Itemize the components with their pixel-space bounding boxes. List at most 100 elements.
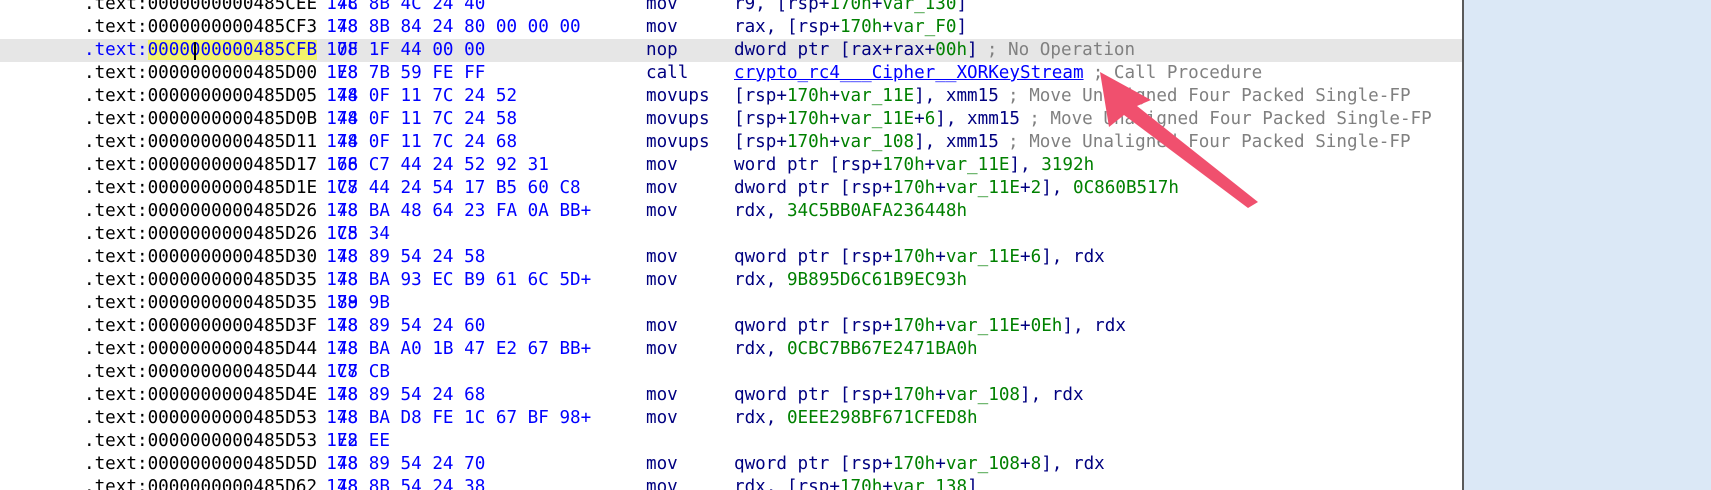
instruction-mnemonic[interactable]: nop (646, 39, 678, 62)
address-label[interactable]: .text:0000000000485D30 178 (84, 246, 358, 269)
instruction-operands[interactable]: dword ptr [rsp+170h+var_11E+2], 0C860B51… (734, 177, 1179, 200)
listing-line[interactable]: .text:0000000000485D0B 178 44 0F 11 7C 24 … (0, 108, 1462, 131)
variable-reference[interactable]: var_108 (946, 385, 1020, 405)
instruction-operands[interactable]: qword ptr [rsp+170h+var_11E+0Eh], rdx (734, 315, 1126, 338)
instruction-mnemonic[interactable]: mov (646, 453, 678, 476)
listing-line[interactable]: .text:0000000000485D11 178 44 0F 11 7C 24 … (0, 131, 1462, 154)
instruction-mnemonic[interactable]: mov (646, 0, 678, 16)
instruction-operands[interactable]: dword ptr [rax+rax+00h] ; No Operation (734, 39, 1135, 62)
listing-line[interactable]: .text:0000000000485D30 178 48 89 54 24 58 m… (0, 246, 1462, 269)
address-highlighted[interactable]: 000000 (147, 40, 212, 60)
variable-reference[interactable]: var_F0 (893, 17, 957, 37)
address-label[interactable]: .text:0000000000485D1E 178 (84, 177, 358, 200)
instruction-mnemonic[interactable]: mov (646, 476, 678, 490)
address-label[interactable]: .text:0000000000485D3F 178 (84, 315, 358, 338)
address-label[interactable]: .text:0000000000485D44 178 (84, 361, 358, 384)
instruction-operands[interactable]: word ptr [rsp+170h+var_11E], 3192h (734, 154, 1094, 177)
listing-line[interactable]: .text:0000000000485D1E 178 C7 44 24 54 17 … (0, 177, 1462, 200)
address-label[interactable]: .text:0000000000485D11 178 (84, 131, 358, 154)
instruction-mnemonic[interactable]: movups (646, 131, 710, 154)
address-label[interactable]: .text:0000000000485D26 178 (84, 200, 358, 223)
address-label[interactable]: .text:0000000000485D44 178 (84, 338, 358, 361)
listing-line[interactable]: .text:0000000000485D3F 178 48 89 54 24 60 m… (0, 315, 1462, 338)
instruction-mnemonic[interactable]: mov (646, 154, 678, 177)
listing-line[interactable]: .text:0000000000485D62 178 48 8B 54 24 38 m… (0, 476, 1462, 490)
operand-text: + (935, 316, 946, 336)
variable-reference[interactable]: var_108 (946, 454, 1020, 474)
variable-reference[interactable]: var_11E (946, 247, 1020, 267)
address-label[interactable]: .text:0000000000485D35 178 (84, 269, 358, 292)
listing-line[interactable]: .text:0000000000485D17 178 66 C7 44 24 52 … (0, 154, 1462, 177)
variable-reference[interactable]: var_11E (935, 155, 1009, 175)
listing-line[interactable]: .text:0000000000485D53 178 48 BA D8 FE 1C … (0, 407, 1462, 430)
instruction-operands[interactable]: rdx, 9B895D6C61B9EC93h (734, 269, 967, 292)
address-label[interactable]: .text:0000000000485D35 178 (84, 292, 358, 315)
instruction-mnemonic[interactable]: movups (646, 85, 710, 108)
variable-reference[interactable]: var_11E (946, 178, 1020, 198)
variable-reference[interactable]: var_11E (840, 109, 914, 129)
instruction-operands[interactable]: rdx, [rsp+170h+var_138] (734, 476, 978, 490)
instruction-mnemonic[interactable]: mov (646, 384, 678, 407)
instruction-operands[interactable]: qword ptr [rsp+170h+var_108], rdx (734, 384, 1084, 407)
instruction-mnemonic[interactable]: mov (646, 177, 678, 200)
listing-line[interactable]: .text:0000000000485D44 178 C7 CB (0, 361, 1462, 384)
function-reference-link[interactable]: crypto_rc4___Cipher__XORKeyStream (734, 63, 1084, 83)
operand-text: + (1020, 316, 1031, 336)
address-label[interactable]: .text:0000000000485D00 178 (84, 62, 358, 85)
instruction-mnemonic[interactable]: mov (646, 200, 678, 223)
opcode-bytes: 48 BA 93 EC B9 61 6C 5D+ (337, 270, 592, 290)
disassembly-view[interactable]: .text:0000000000485CEE 178 4C 8B 4C 24 40 m… (0, 0, 1462, 490)
instruction-mnemonic[interactable]: mov (646, 407, 678, 430)
instruction-operands[interactable]: r9, [rsp+170h+var_130] (734, 0, 967, 16)
listing-line[interactable]: .text:0000000000485D05 178 44 0F 11 7C 24 … (0, 85, 1462, 108)
instruction-operands[interactable]: rax, [rsp+170h+var_F0] (734, 16, 967, 39)
listing-line[interactable]: .text:0000000000485D35 178 89 9B (0, 292, 1462, 315)
address-label[interactable]: .text:0000000000485CEE 178 (84, 0, 358, 16)
instruction-mnemonic[interactable]: mov (646, 16, 678, 39)
listing-line[interactable]: .text:0000000000485D4E 178 48 89 54 24 68 m… (0, 384, 1462, 407)
address-label[interactable]: .text:0000000000485CFB 178 (84, 39, 358, 62)
instruction-mnemonic[interactable]: mov (646, 315, 678, 338)
listing-line[interactable]: .text:0000000000485D26 178 C5 34 (0, 223, 1462, 246)
address-label[interactable]: .text:0000000000485D53 178 (84, 430, 358, 453)
instruction-operands[interactable]: [rsp+170h+var_108], xmm15 ; Move Unaligne… (734, 131, 1411, 154)
variable-reference[interactable]: var_138 (893, 477, 967, 490)
listing-line[interactable]: .text:0000000000485D5D 178 48 89 54 24 70 m… (0, 453, 1462, 476)
address-label[interactable]: .text:0000000000485D05 178 (84, 85, 358, 108)
listing-line[interactable]: .text:0000000000485D26 178 48 BA 48 64 23 … (0, 200, 1462, 223)
listing-line[interactable]: .text:0000000000485D35 178 48 BA 93 EC B9 … (0, 269, 1462, 292)
instruction-mnemonic[interactable]: mov (646, 338, 678, 361)
instruction-mnemonic[interactable]: call (646, 62, 688, 85)
listing-line[interactable]: .text:0000000000485D00 178 E8 7B 59 FE FF c… (0, 62, 1462, 85)
listing-line[interactable]: .text:0000000000485D53 178 E2 EE (0, 430, 1462, 453)
instruction-mnemonic[interactable]: movups (646, 108, 710, 131)
instruction-operands[interactable]: rdx, 0EEE298BF671CFED8h (734, 407, 978, 430)
address-label[interactable]: .text:0000000000485D26 178 (84, 223, 358, 246)
instruction-operands[interactable]: crypto_rc4___Cipher__XORKeyStream ; Call … (734, 62, 1262, 85)
instruction-mnemonic[interactable]: mov (646, 269, 678, 292)
address-label[interactable]: .text:0000000000485CF3 178 (84, 16, 358, 39)
listing-line[interactable]: .text:0000000000485D44 178 48 BA A0 1B 47 … (0, 338, 1462, 361)
variable-reference[interactable]: var_11E (840, 86, 914, 106)
listing-line-selected[interactable]: .text:0000000000485CFB 178 0F 1F 44 00 00 n… (0, 39, 1462, 62)
variable-reference[interactable]: var_130 (882, 0, 956, 14)
instruction-operands[interactable]: [rsp+170h+var_11E+6], xmm15; Move Unalig… (734, 108, 1432, 131)
address-highlighted-rest[interactable]: 0000485CFB (211, 40, 318, 60)
listing-line[interactable]: .text:0000000000485CF3 178 48 8B 84 24 80 … (0, 16, 1462, 39)
address-label[interactable]: .text:0000000000485D17 178 (84, 154, 358, 177)
instruction-mnemonic[interactable]: mov (646, 246, 678, 269)
address-label[interactable]: .text:0000000000485D4E 178 (84, 384, 358, 407)
listing-line[interactable]: .text:0000000000485CEE 178 4C 8B 4C 24 40 m… (0, 0, 1462, 16)
instruction-operands[interactable]: [rsp+170h+var_11E], xmm15 ; Move Unaligne… (734, 85, 1411, 108)
instruction-operands[interactable]: qword ptr [rsp+170h+var_11E+6], rdx (734, 246, 1105, 269)
variable-reference[interactable]: var_11E (946, 316, 1020, 336)
address-label[interactable]: .text:0000000000485D5D 178 (84, 453, 358, 476)
address-label[interactable]: .text:0000000000485D0B 178 (84, 108, 358, 131)
instruction-operands[interactable]: rdx, 0CBC7BB67E2471BA0h (734, 338, 978, 361)
instruction-operands[interactable]: qword ptr [rsp+170h+var_108+8], rdx (734, 453, 1105, 476)
operand-text: qword ptr [rsp+ (734, 385, 893, 405)
address-label[interactable]: .text:0000000000485D53 178 (84, 407, 358, 430)
variable-reference[interactable]: var_108 (840, 132, 914, 152)
instruction-operands[interactable]: rdx, 34C5BB0AFA236448h (734, 200, 967, 223)
address-label[interactable]: .text:0000000000485D62 178 (84, 476, 358, 490)
